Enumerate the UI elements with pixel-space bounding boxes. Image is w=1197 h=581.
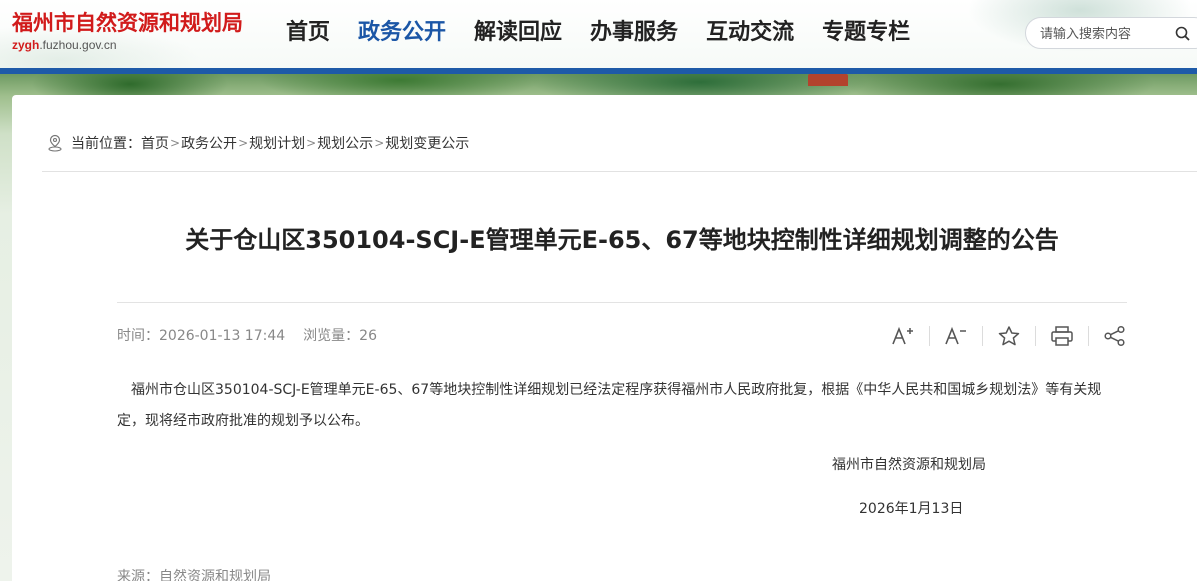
- breadcrumb-separator: >: [238, 136, 249, 150]
- site-title: 福州市自然资源和规划局: [12, 10, 243, 35]
- star-icon[interactable]: [994, 323, 1024, 349]
- article-tools: [888, 323, 1130, 349]
- nav-item-interpretation[interactable]: 解读回应: [460, 14, 576, 54]
- banner-pavilion: [808, 74, 848, 86]
- tool-divider: [982, 326, 983, 346]
- main-nav: 首页 政务公开 解读回应 办事服务 互动交流 专题专栏: [272, 14, 924, 54]
- nav-item-special-topics[interactable]: 专题专栏: [808, 14, 924, 54]
- site-domain: zygh.fuzhou.gov.cn: [12, 37, 262, 53]
- breadcrumb: 当前位置： 首页 > 政务公开 > 规划计划 > 规划公示 > 规划变更公示: [47, 133, 469, 153]
- article-body: 福州市仓山区350104-SCJ-E管理单元E-65、67等地块控制性详细规划已…: [117, 382, 1102, 429]
- breadcrumb-item-planning-change-notices[interactable]: 规划变更公示: [385, 133, 469, 153]
- breadcrumb-separator: >: [170, 136, 181, 150]
- print-icon[interactable]: [1047, 323, 1077, 349]
- breadcrumb-item-government-affairs[interactable]: 政务公开: [181, 133, 237, 153]
- publish-time-value: 2026-01-13 17:44: [159, 328, 286, 344]
- search-icon[interactable]: [1174, 25, 1192, 43]
- breadcrumb-item-planning-plans[interactable]: 规划计划: [249, 133, 305, 153]
- font-increase-icon[interactable]: [888, 323, 918, 349]
- search-input[interactable]: [1040, 24, 1160, 44]
- nav-item-services[interactable]: 办事服务: [576, 14, 692, 54]
- breadcrumb-divider: [42, 171, 1197, 172]
- article-source-label: 来源：: [117, 569, 159, 581]
- font-decrease-icon[interactable]: [941, 323, 971, 349]
- tool-divider: [1035, 326, 1036, 346]
- view-count: 浏览量：26: [303, 325, 377, 345]
- breadcrumb-separator: >: [374, 136, 385, 150]
- breadcrumb-separator: >: [306, 136, 317, 150]
- article-title: 关于仓山区350104-SCJ-E管理单元E-65、67等地块控制性详细规划调整…: [185, 226, 1059, 254]
- publish-time: 时间：2026-01-13 17:44: [117, 325, 285, 345]
- breadcrumb-prefix: 当前位置：: [71, 136, 141, 152]
- site-logo[interactable]: 福州市自然资源和规划局 zygh.fuzhou.gov.cn: [12, 10, 262, 56]
- tool-divider: [1088, 326, 1089, 346]
- breadcrumb-item-planning-notices[interactable]: 规划公示: [317, 133, 373, 153]
- share-icon[interactable]: [1100, 323, 1130, 349]
- view-count-value: 26: [359, 328, 377, 344]
- title-divider: [117, 302, 1127, 303]
- article-signature: 福州市自然资源和规划局: [832, 457, 986, 473]
- nav-item-home[interactable]: 首页: [272, 14, 344, 54]
- location-pin-icon: [47, 134, 63, 152]
- nav-item-interaction[interactable]: 互动交流: [692, 14, 808, 54]
- view-count-label: 浏览量：: [303, 328, 360, 344]
- site-header: 福州市自然资源和规划局 zygh.fuzhou.gov.cn 首页 政务公开 解…: [0, 0, 1197, 68]
- search-box: [1025, 17, 1197, 49]
- nav-item-government-affairs[interactable]: 政务公开: [344, 14, 460, 54]
- site-domain-prefix: zygh: [12, 38, 40, 52]
- article-date: 2026年1月13日: [859, 501, 964, 517]
- breadcrumb-item-home[interactable]: 首页: [141, 133, 169, 153]
- article-meta: 时间：2026-01-13 17:44 浏览量：26: [117, 325, 377, 345]
- article-source: 来源：自然资源和规划局: [117, 566, 271, 581]
- tool-divider: [929, 326, 930, 346]
- article-source-value: 自然资源和规划局: [159, 569, 271, 581]
- article-card: 当前位置： 首页 > 政务公开 > 规划计划 > 规划公示 > 规划变更公示 关于仓山区…: [12, 95, 1197, 581]
- publish-time-label: 时间：: [117, 328, 159, 344]
- site-domain-rest: .fuzhou.gov.cn: [39, 38, 117, 52]
